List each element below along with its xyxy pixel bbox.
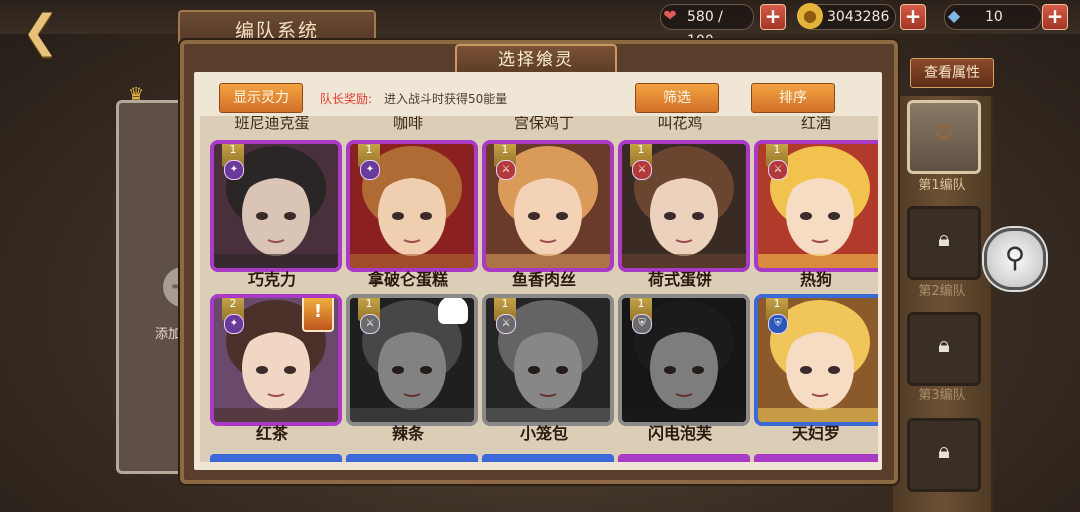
character-card[interactable]: 1 ⚔	[482, 140, 614, 272]
leader-bonus-text: 进入战斗时获得50能量	[384, 92, 508, 106]
diamond-value: 10	[985, 9, 1003, 25]
lock-icon: 🔒︎	[938, 227, 950, 252]
lock-icon: 🔒︎	[938, 439, 950, 464]
team-1-slot[interactable]: ✪	[907, 100, 981, 174]
contract-card-icon: !	[302, 298, 334, 332]
diamond-display: ◆ 10	[944, 4, 1042, 30]
character-grid: 班尼迪克蛋 咖啡 宫保鸡丁 叫花鸡 红酒 1 ✦ 巧克力 1 ✦ 拿破仑蛋糕 1 ⚔ 鱼香肉丝 1 ⚔ 荷式蛋饼…	[200, 116, 878, 462]
truncated-character-name: 咖啡	[392, 116, 423, 132]
character-card[interactable]: 1 ⚔	[482, 294, 614, 426]
attribute-icon: ⚔	[632, 160, 652, 180]
add-stamina-button[interactable]: +	[760, 4, 786, 30]
character-name: 天妇罗	[791, 424, 840, 443]
character-card[interactable]	[210, 454, 342, 462]
attribute-icon: ⚔	[496, 160, 516, 180]
view-attributes-button[interactable]: 查看属性	[910, 58, 994, 88]
attribute-icon: ✦	[360, 160, 380, 180]
truncated-character-name: 红酒	[800, 116, 831, 132]
character-card[interactable]	[482, 454, 614, 462]
character-name: 荷式蛋饼	[647, 270, 712, 289]
team-2-label: 第2编队	[918, 284, 966, 299]
character-card[interactable]: 1 ⛨	[618, 294, 750, 426]
leader-bonus-label: 队长奖励:	[320, 92, 373, 106]
character-card[interactable]: 1 ⛨	[754, 294, 878, 426]
attribute-icon: ⚔	[360, 314, 380, 334]
character-name: 小笼包	[519, 424, 568, 443]
team-4-slot[interactable]: 🔒︎	[907, 418, 981, 492]
team-3-label: 第3编队	[918, 388, 966, 403]
team-1-label: 第1编队	[918, 178, 966, 193]
team-emblem-icon: ✪	[934, 121, 954, 146]
show-power-button[interactable]: 显示灵力	[219, 83, 303, 113]
add-gold-button[interactable]: +	[900, 4, 926, 30]
lock-icon: 🔒︎	[938, 333, 950, 358]
character-card[interactable]	[618, 454, 750, 462]
character-card[interactable]: 1 ⚔	[754, 140, 878, 272]
team-2-slot[interactable]: 🔒︎	[907, 206, 981, 280]
gold-value: 3043286	[827, 9, 890, 25]
heart-icon: ❤	[663, 6, 677, 25]
character-card[interactable]	[346, 454, 478, 462]
character-card[interactable]: 1 ⚔	[346, 294, 478, 426]
character-card[interactable]	[754, 454, 878, 462]
character-name: 辣条	[391, 424, 424, 443]
add-diamond-button[interactable]: +	[1042, 4, 1068, 30]
character-name: 鱼香肉丝	[511, 270, 576, 289]
truncated-character-name: 叫花鸡	[657, 116, 703, 132]
character-card[interactable]: 2 ✦!	[210, 294, 342, 426]
chef-hat-icon	[438, 298, 468, 324]
character-name: 闪电泡芙	[647, 424, 712, 443]
stamina-display: ❤ 580 / 100	[660, 4, 754, 49]
attribute-icon: ⚔	[768, 160, 788, 180]
back-arrow-icon[interactable]: ❮	[22, 10, 80, 54]
character-name: 巧克力	[247, 270, 296, 289]
attribute-icon: ✦	[224, 314, 244, 334]
attribute-icon: ⛨	[632, 314, 652, 334]
character-name: 红茶	[255, 424, 288, 443]
gold-display: ● 3043286	[797, 3, 896, 30]
sort-button[interactable]: 排序	[751, 83, 835, 113]
attribute-icon: ✦	[224, 160, 244, 180]
coin-icon: ●	[797, 3, 823, 29]
character-card[interactable]: 1 ✦	[210, 140, 342, 272]
character-name: 热狗	[799, 270, 832, 289]
attribute-icon: ⛨	[768, 314, 788, 334]
attribute-icon: ⚔	[496, 314, 516, 334]
team-3-slot[interactable]: 🔒︎	[907, 312, 981, 386]
truncated-character-name: 宫保鸡丁	[513, 116, 574, 132]
filter-button[interactable]: 筛选	[635, 83, 719, 113]
character-card[interactable]: 1 ✦	[346, 140, 478, 272]
crystal-icon: ◆	[947, 6, 961, 25]
magnifier-icon[interactable]: ⚲	[984, 228, 1046, 290]
character-card[interactable]: 1 ⚔	[618, 140, 750, 272]
truncated-character-name: 班尼迪克蛋	[234, 116, 310, 132]
character-name: 拿破仑蛋糕	[367, 270, 448, 289]
